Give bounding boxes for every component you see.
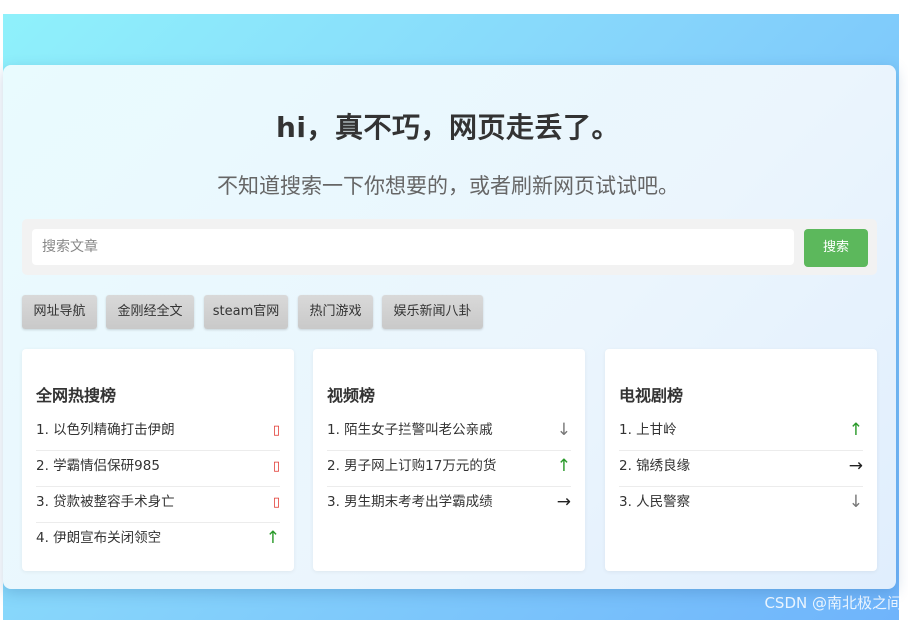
list-item-label: 3. 贷款被整容手术身亡: [36, 494, 175, 510]
search-button[interactable]: 搜索: [804, 229, 868, 267]
tag-entertainment[interactable]: 娱乐新闻八卦: [382, 295, 483, 329]
list-item-label: 3. 男生期末考考出学霸成绩: [327, 494, 493, 510]
panel-hot-search: 全网热搜榜 1. 以色列精确打击伊朗 ▯ 2. 学霸情侣保研985 ▯ 3. 贷…: [22, 349, 294, 571]
rank-list: 1. 上甘岭 ↑ 2. 锦绣良缘 → 3. 人民警察 ↓: [619, 415, 863, 522]
panel-video: 视频榜 1. 陌生女子拦警叫老公亲戚 ↓ 2. 男子网上订购17万元的货 ↑ 3…: [313, 349, 585, 571]
panel-title: 视频榜: [327, 386, 376, 405]
list-item[interactable]: 3. 人民警察 ↓: [619, 487, 863, 522]
tag-sutra[interactable]: 金刚经全文: [106, 295, 194, 329]
list-item-label: 1. 上甘岭: [619, 422, 677, 438]
list-item[interactable]: 3. 男生期末考考出学霸成绩 →: [327, 487, 571, 522]
page: hi，真不巧，网页走丢了。 不知道搜索一下你想要的，或者刷新网页试试吧。 搜索 …: [0, 0, 908, 620]
tag-steam[interactable]: steam官网: [204, 295, 288, 329]
arrow-right-icon: →: [556, 492, 571, 512]
list-item[interactable]: 1. 陌生女子拦警叫老公亲戚 ↓: [327, 415, 571, 451]
arrow-down-icon: ↓: [848, 492, 863, 512]
list-item[interactable]: 1. 以色列精确打击伊朗 ▯: [36, 415, 280, 451]
arrow-up-icon: ↑: [265, 528, 280, 548]
list-item-label: 1. 以色列精确打击伊朗: [36, 422, 175, 438]
page-title: hi，真不巧，网页走丢了。: [275, 111, 621, 144]
hot-icon: ▯: [272, 495, 280, 510]
list-item[interactable]: 2. 锦绣良缘 →: [619, 451, 863, 487]
panel-title: 全网热搜榜: [36, 386, 117, 405]
list-item[interactable]: 2. 学霸情侣保研985 ▯: [36, 451, 280, 487]
list-item-label: 4. 伊朗宣布关闭领空: [36, 530, 162, 546]
list-item-label: 1. 陌生女子拦警叫老公亲戚: [327, 422, 493, 438]
search-input[interactable]: [32, 229, 794, 265]
rank-list: 1. 以色列精确打击伊朗 ▯ 2. 学霸情侣保研985 ▯ 3. 贷款被整容手术…: [36, 415, 280, 558]
rank-list: 1. 陌生女子拦警叫老公亲戚 ↓ 2. 男子网上订购17万元的货 ↑ 3. 男生…: [327, 415, 571, 522]
search-bar: 搜索: [22, 219, 877, 275]
watermark: CSDN @南北极之间: [764, 594, 902, 612]
page-subtitle: 不知道搜索一下你想要的，或者刷新网页试试吧。: [217, 174, 679, 198]
list-item-label: 3. 人民警察: [619, 494, 691, 510]
panel-title: 电视剧榜: [619, 386, 684, 405]
tag-nav[interactable]: 网址导航: [22, 295, 97, 329]
arrow-right-icon: →: [848, 456, 863, 476]
tag-games[interactable]: 热门游戏: [298, 295, 373, 329]
list-item[interactable]: 1. 上甘岭 ↑: [619, 415, 863, 451]
list-item-label: 2. 锦绣良缘: [619, 458, 691, 474]
list-item[interactable]: 3. 贷款被整容手术身亡 ▯: [36, 487, 280, 523]
arrow-up-icon: ↑: [556, 456, 571, 476]
arrow-down-icon: ↓: [556, 420, 571, 440]
hot-icon: ▯: [272, 423, 280, 438]
arrow-up-icon: ↑: [848, 420, 863, 440]
panel-tv-drama: 电视剧榜 1. 上甘岭 ↑ 2. 锦绣良缘 → 3. 人民警察 ↓: [605, 349, 877, 571]
list-item[interactable]: 2. 男子网上订购17万元的货 ↑: [327, 451, 571, 487]
list-item-label: 2. 男子网上订购17万元的货: [327, 458, 497, 474]
list-item[interactable]: 4. 伊朗宣布关闭领空 ↑: [36, 523, 280, 558]
hot-icon: ▯: [272, 459, 280, 474]
list-item-label: 2. 学霸情侣保研985: [36, 458, 160, 474]
